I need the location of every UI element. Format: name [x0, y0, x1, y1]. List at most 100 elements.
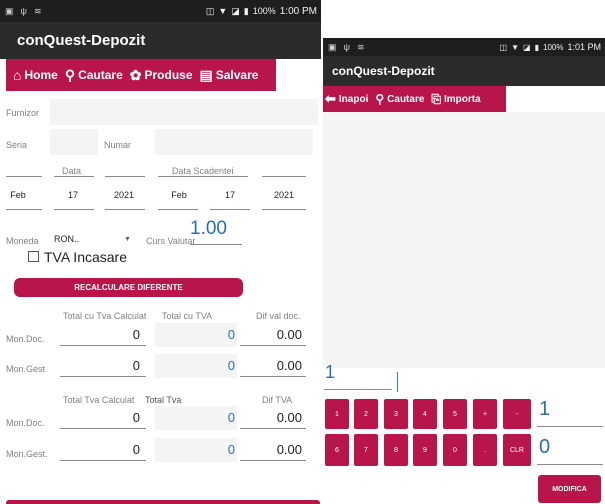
diff-value: 0.00	[276, 358, 302, 373]
tva-diff-underline	[240, 428, 306, 429]
quantity-input[interactable]: 1	[325, 362, 335, 383]
gift-icon: ✿	[129, 66, 142, 83]
status-bar: ▣ ψ ≋ ◫ ▼ ◪ ▮ 100% 1:00 PM	[0, 0, 321, 22]
date-month[interactable]: Feb	[6, 190, 30, 200]
back-arrow-icon: ⬅	[325, 91, 336, 106]
total-calc-header: Total cu Tva Calculat	[63, 311, 147, 321]
side-value-underline	[537, 426, 603, 427]
date-underline	[262, 209, 306, 210]
date-underline	[105, 209, 145, 210]
clock: 1:01 PM	[567, 42, 601, 52]
key-decimal[interactable]: .	[473, 434, 497, 466]
tva-doc-value[interactable]: 0	[155, 442, 235, 457]
key-9[interactable]: 9	[413, 434, 437, 466]
key-1[interactable]: 1	[325, 399, 349, 429]
tva-calc-header: Total Tva Calculat	[63, 395, 135, 405]
import-file-icon: ⎘	[431, 91, 442, 106]
save-button[interactable]: ▤ Salvare	[200, 67, 259, 84]
side-value-1[interactable]: 1	[539, 398, 550, 421]
key-2[interactable]: 2	[354, 399, 378, 429]
side-value-underline	[537, 464, 603, 465]
diff-header: Dif val doc.	[256, 311, 301, 321]
bottom-action-bar[interactable]	[6, 500, 320, 504]
tva-calc-value: 0	[132, 442, 140, 457]
side-value-2[interactable]: 0	[539, 436, 550, 459]
tva-calc-underline	[60, 428, 146, 429]
key-plus[interactable]: +	[473, 399, 497, 429]
home-icon: ⌂	[13, 67, 22, 83]
due-date-month[interactable]: Feb	[167, 190, 191, 200]
date-underline	[158, 209, 198, 210]
total-calc-value: 0	[132, 327, 140, 342]
key-4[interactable]: 4	[413, 399, 437, 429]
rate-label: Curs Valutar	[146, 236, 196, 246]
nfc-icon: ◫	[205, 5, 215, 16]
app-notification-icon: ≋	[33, 5, 42, 16]
date-divider	[262, 176, 306, 177]
recalculate-button[interactable]: RECALCULARE DIFERENTE	[14, 278, 243, 297]
due-date-label: Data Scadentei	[172, 166, 234, 176]
key-7[interactable]: 7	[354, 434, 378, 466]
due-date-day[interactable]: 17	[215, 190, 245, 200]
battery-icon: ▮	[534, 42, 539, 52]
search-button[interactable]: ⚲ Cautare	[375, 92, 424, 106]
usb-icon: ψ	[20, 5, 27, 16]
toolbar: ⌂ Home ⚲ Cautare ✿ Produse ▤ Salvare	[6, 59, 276, 91]
import-button[interactable]: ⎘ Importa	[431, 92, 480, 107]
battery-level: 100%	[543, 42, 564, 52]
app-bar: conQuest-Depozit	[323, 56, 605, 86]
total-calc-underline	[60, 345, 146, 346]
home-button[interactable]: ⌂ Home	[13, 67, 58, 83]
tva-checkbox[interactable]	[28, 251, 39, 262]
row-label: Mon.Doc.	[6, 334, 45, 344]
save-icon: ▤	[199, 66, 213, 83]
key-3[interactable]: 3	[384, 399, 408, 429]
image-notification-icon: ▣	[5, 5, 14, 16]
wifi-icon: ▼	[218, 6, 228, 16]
clock: 1:00 PM	[279, 5, 317, 17]
key-5[interactable]: 5	[443, 399, 467, 429]
tva-label: TVA Incasare	[44, 249, 128, 265]
diff-underline	[240, 376, 306, 377]
date-divider	[158, 176, 248, 177]
series-field[interactable]	[50, 129, 98, 155]
signal-icon: ◪	[231, 5, 240, 16]
key-clear[interactable]: CLR	[503, 434, 531, 466]
text-cursor	[397, 372, 398, 392]
key-6[interactable]: 6	[325, 434, 349, 466]
search-button[interactable]: ⚲ Cautare	[65, 67, 123, 84]
key-8[interactable]: 8	[384, 434, 408, 466]
app-title: conQuest-Depozit	[332, 64, 435, 78]
tva-diff-header: Dif TVA	[262, 395, 293, 405]
diff-underline	[240, 345, 306, 346]
total-doc-value[interactable]: 0	[155, 327, 235, 342]
date-underline	[6, 209, 42, 210]
products-button[interactable]: ✿ Produse	[130, 67, 193, 84]
rate-value[interactable]: 1.00	[190, 218, 227, 240]
series-label: Seria	[6, 140, 28, 150]
date-label: Data	[62, 166, 82, 176]
back-button[interactable]: ⬅ Inapoi	[325, 91, 368, 107]
date-day[interactable]: 17	[58, 190, 88, 200]
key-0[interactable]: 0	[443, 434, 467, 466]
dropdown-arrow-icon: ▼	[124, 236, 131, 243]
supplier-field[interactable]	[50, 99, 318, 125]
due-date-year[interactable]: 2021	[266, 190, 302, 200]
modify-button[interactable]: MODIFICA	[538, 475, 601, 503]
diff-value: 0.00	[276, 327, 302, 342]
key-minus[interactable]: -	[503, 399, 531, 429]
search-icon: ⚲	[375, 92, 385, 106]
tva-diff-underline	[240, 460, 306, 461]
date-divider	[6, 176, 42, 177]
currency-select[interactable]: RON.. ▼	[54, 230, 134, 248]
number-field[interactable]	[155, 129, 313, 155]
total-doc-value[interactable]: 0	[155, 358, 235, 373]
date-year[interactable]: 2021	[106, 190, 142, 200]
tva-diff-value: 0.00	[276, 442, 302, 457]
tva-doc-value[interactable]: 0	[155, 410, 235, 425]
status-bar: ▣ ψ ≋ ◫ ▼ ◪ ▮ 100% 1:01 PM	[323, 38, 605, 56]
total-calc-value: 0	[132, 358, 140, 373]
quantity-underline	[324, 389, 392, 390]
signal-icon: ◪	[523, 42, 531, 52]
total-doc-header: Total cu TVA	[162, 311, 213, 321]
